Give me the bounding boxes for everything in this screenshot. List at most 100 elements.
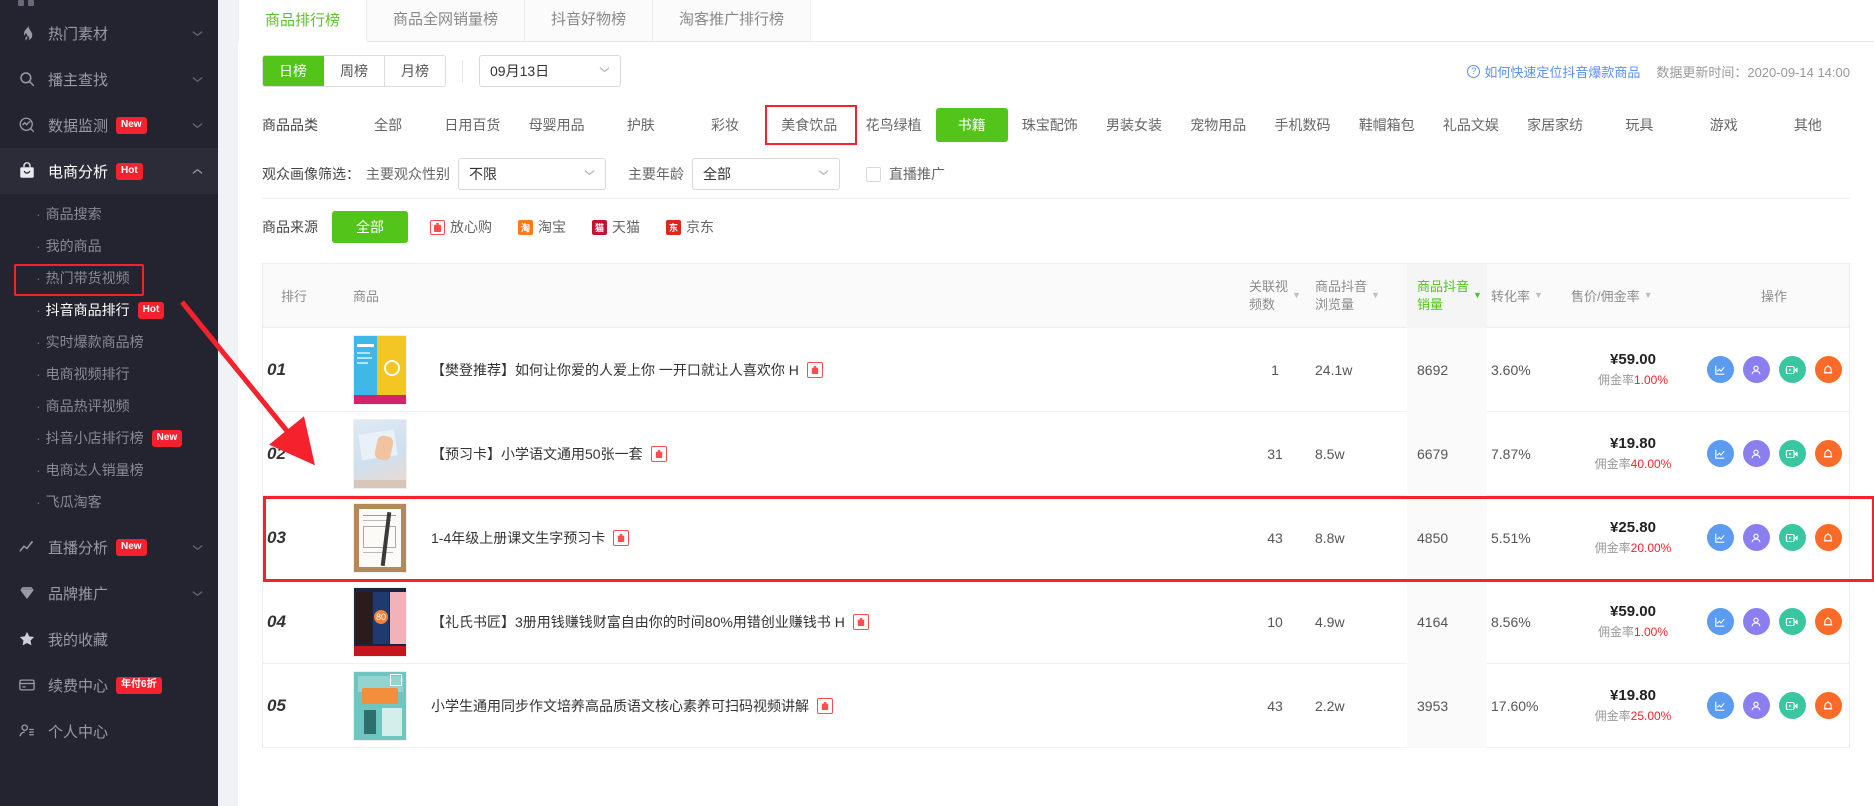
category-clothing[interactable]: 男装女装 — [1092, 109, 1176, 141]
person-icon[interactable] — [1742, 692, 1770, 719]
video-icon[interactable] — [1778, 356, 1806, 383]
gender-select[interactable]: 不限 — [458, 158, 606, 190]
column-header-sales[interactable]: 商品抖音 销量 ▼ — [1407, 263, 1487, 328]
source-jd[interactable]: 东 京东 — [666, 217, 714, 237]
table-row[interactable]: 05 小学生通用同步作文培养高品质语文核心素养可扫码视频讲解 43 2.2w 3… — [263, 663, 1849, 748]
sidebar-item-my-favorites[interactable]: 我的收藏 — [0, 616, 218, 662]
sidebar-item-my-products[interactable]: · 我的商品 — [0, 230, 218, 262]
tab-douyin-good-goods[interactable]: 抖音好物榜 — [525, 0, 654, 41]
sidebar-group-data-monitor[interactable]: 数据监测 New — [0, 102, 218, 148]
row-product[interactable]: 1-4年级上册课文生字预习卡 — [349, 502, 1239, 573]
sidebar-group-brand-promotion[interactable]: 品牌推广 — [0, 570, 218, 616]
sidebar-item-douyin-shop-rank[interactable]: · 抖音小店排行榜 New — [0, 422, 218, 454]
live-promo-checkbox[interactable]: 直播推广 — [866, 164, 945, 184]
sidebar-item-ecommerce-video-rank[interactable]: · 电商视频排行 — [0, 358, 218, 390]
rank-period-daily[interactable]: 日榜 — [263, 56, 324, 86]
sort-arrow-icon[interactable]: ▼ — [1534, 291, 1543, 300]
category-all[interactable]: 全部 — [346, 109, 430, 141]
product-name[interactable]: 【礼氏书匠】3册用钱赚钱财富自由你的时间80%用错创业赚钱书 H — [431, 612, 845, 632]
product-thumbnail[interactable] — [353, 502, 407, 573]
sidebar-group-ecommerce[interactable]: 电商分析 Hot — [0, 148, 218, 194]
source-tmall[interactable]: 猫 天猫 — [592, 217, 640, 237]
date-picker[interactable]: 09月13日 — [479, 55, 621, 87]
category-toys[interactable]: 玩具 — [1597, 109, 1681, 141]
column-header-conversion[interactable]: 转化率 ▼ — [1487, 286, 1567, 305]
category-pet-supplies[interactable]: 宠物用品 — [1176, 109, 1260, 141]
sidebar-item-influencer-sales-rank[interactable]: · 电商达人销量榜 — [0, 454, 218, 486]
rank-period-weekly[interactable]: 周榜 — [324, 56, 385, 86]
rank-period-segmented[interactable]: 日榜 周榜 月榜 — [262, 55, 446, 87]
video-icon[interactable] — [1778, 440, 1806, 467]
sidebar-item-renewal-center[interactable]: 续费中心 年付6折 — [0, 662, 218, 708]
tab-taoke-promotion-rank[interactable]: 淘客推广排行榜 — [653, 0, 812, 41]
column-header-views[interactable]: 商品抖音 浏览量 ▼ — [1311, 278, 1407, 313]
category-shoes-bags[interactable]: 鞋帽箱包 — [1345, 109, 1429, 141]
product-thumbnail[interactable] — [353, 670, 407, 741]
video-icon[interactable] — [1778, 692, 1806, 719]
product-name[interactable]: 【樊登推荐】如何让你爱的人爱上你 一开口就让人喜欢你 H — [431, 360, 799, 380]
help-link[interactable]: ? 如何快速定位抖音爆款商品 — [1467, 62, 1640, 81]
category-maternity[interactable]: 母婴用品 — [514, 109, 598, 141]
sidebar-item-personal-center[interactable]: 个人中心 — [0, 708, 218, 754]
trend-chart-icon[interactable] — [1706, 692, 1734, 719]
sidebar-group-host-search[interactable]: 播主查找 — [0, 56, 218, 102]
table-row[interactable]: 03 1-4年级上册课文生字预习卡 43 8.8w 4850 5.51% ¥25… — [263, 495, 1849, 580]
sidebar-item-realtime-hot-products[interactable]: · 实时爆款商品榜 — [0, 326, 218, 358]
source-all-button[interactable]: 全部 — [332, 211, 408, 243]
sort-arrow-icon[interactable]: ▼ — [1644, 291, 1653, 300]
person-icon[interactable] — [1742, 440, 1770, 467]
sort-arrow-icon[interactable]: ▼ — [1473, 291, 1482, 300]
alert-icon[interactable] — [1814, 692, 1842, 719]
source-taobao[interactable]: 淘 淘宝 — [518, 217, 566, 237]
alert-icon[interactable] — [1814, 608, 1842, 635]
product-thumbnail[interactable] — [353, 334, 407, 405]
table-row[interactable]: 01 【樊登推荐】如何让你爱的人爱上你 一开口就让人喜欢你 H 1 24.1w … — [263, 327, 1849, 412]
category-books[interactable]: 书籍 — [935, 108, 1008, 142]
category-games[interactable]: 游戏 — [1682, 109, 1766, 141]
category-skincare[interactable]: 护肤 — [599, 109, 683, 141]
sidebar-item-product-search[interactable]: · 商品搜索 — [0, 198, 218, 230]
sidebar-item-feigua-taoke[interactable]: · 飞瓜淘客 — [0, 486, 218, 518]
product-thumbnail[interactable] — [353, 418, 407, 489]
age-select[interactable]: 全部 — [692, 158, 840, 190]
row-product[interactable]: 【樊登推荐】如何让你爱的人爱上你 一开口就让人喜欢你 H — [349, 334, 1239, 405]
category-makeup[interactable]: 彩妆 — [683, 109, 767, 141]
sidebar-group-hot-material[interactable]: 热门素材 — [0, 10, 218, 56]
checkbox-box[interactable] — [866, 166, 881, 182]
tab-全网销量榜[interactable]: 商品全网销量榜 — [367, 0, 526, 41]
trend-chart-icon[interactable] — [1706, 440, 1734, 467]
category-digital[interactable]: 手机数码 — [1260, 109, 1344, 141]
sidebar-group-live-analysis[interactable]: 直播分析 New — [0, 524, 218, 570]
rank-period-monthly[interactable]: 月榜 — [385, 56, 445, 86]
trend-chart-icon[interactable] — [1706, 608, 1734, 635]
sidebar-item-hot-selling-videos[interactable]: · 热门带货视频 — [0, 262, 218, 294]
trend-chart-icon[interactable] — [1706, 524, 1734, 551]
product-name[interactable]: 1-4年级上册课文生字预习卡 — [431, 528, 605, 548]
alert-icon[interactable] — [1814, 524, 1842, 551]
video-icon[interactable] — [1778, 608, 1806, 635]
person-icon[interactable] — [1742, 608, 1770, 635]
column-header-video-count[interactable]: 关联视 频数 ▼ — [1239, 278, 1311, 313]
sort-arrow-icon[interactable]: ▼ — [1292, 291, 1301, 300]
table-row[interactable]: 02 【预习卡】小学语文通用50张一套 31 8.5w 6679 7.87% ¥… — [263, 411, 1849, 496]
source-fangxingou[interactable]: 放心购 — [430, 217, 492, 237]
category-home-textile[interactable]: 家居家纺 — [1513, 109, 1597, 141]
video-icon[interactable] — [1778, 524, 1806, 551]
sort-arrow-icon[interactable]: ▼ — [1371, 291, 1380, 300]
row-product[interactable]: 80 【礼氏书匠】3册用钱赚钱财富自由你的时间80%用错创业赚钱书 H — [349, 586, 1239, 657]
category-gifts-entertainment[interactable]: 礼品文娱 — [1429, 109, 1513, 141]
sidebar-item-douyin-product-rank[interactable]: · 抖音商品排行 Hot — [0, 294, 218, 326]
trend-chart-icon[interactable] — [1706, 356, 1734, 383]
row-product[interactable]: 【预习卡】小学语文通用50张一套 — [349, 418, 1239, 489]
table-row[interactable]: 04 80 【礼氏书匠】3册用钱赚钱财富自由你的时间80%用错创业赚钱书 H 1… — [263, 579, 1849, 664]
tab-product-rank[interactable]: 商品排行榜 — [238, 0, 368, 42]
alert-icon[interactable] — [1814, 440, 1842, 467]
category-jewelry[interactable]: 珠宝配饰 — [1008, 109, 1092, 141]
row-product[interactable]: 小学生通用同步作文培养高品质语文核心素养可扫码视频讲解 — [349, 670, 1239, 741]
product-name[interactable]: 小学生通用同步作文培养高品质语文核心素养可扫码视频讲解 — [431, 696, 809, 716]
sidebar-item-product-hot-comment-videos[interactable]: · 商品热评视频 — [0, 390, 218, 422]
column-header-price[interactable]: 售价/佣金率 ▼ — [1567, 286, 1699, 305]
category-daily-goods[interactable]: 日用百货 — [430, 109, 514, 141]
category-other[interactable]: 其他 — [1766, 109, 1850, 141]
product-name[interactable]: 【预习卡】小学语文通用50张一套 — [431, 444, 643, 464]
